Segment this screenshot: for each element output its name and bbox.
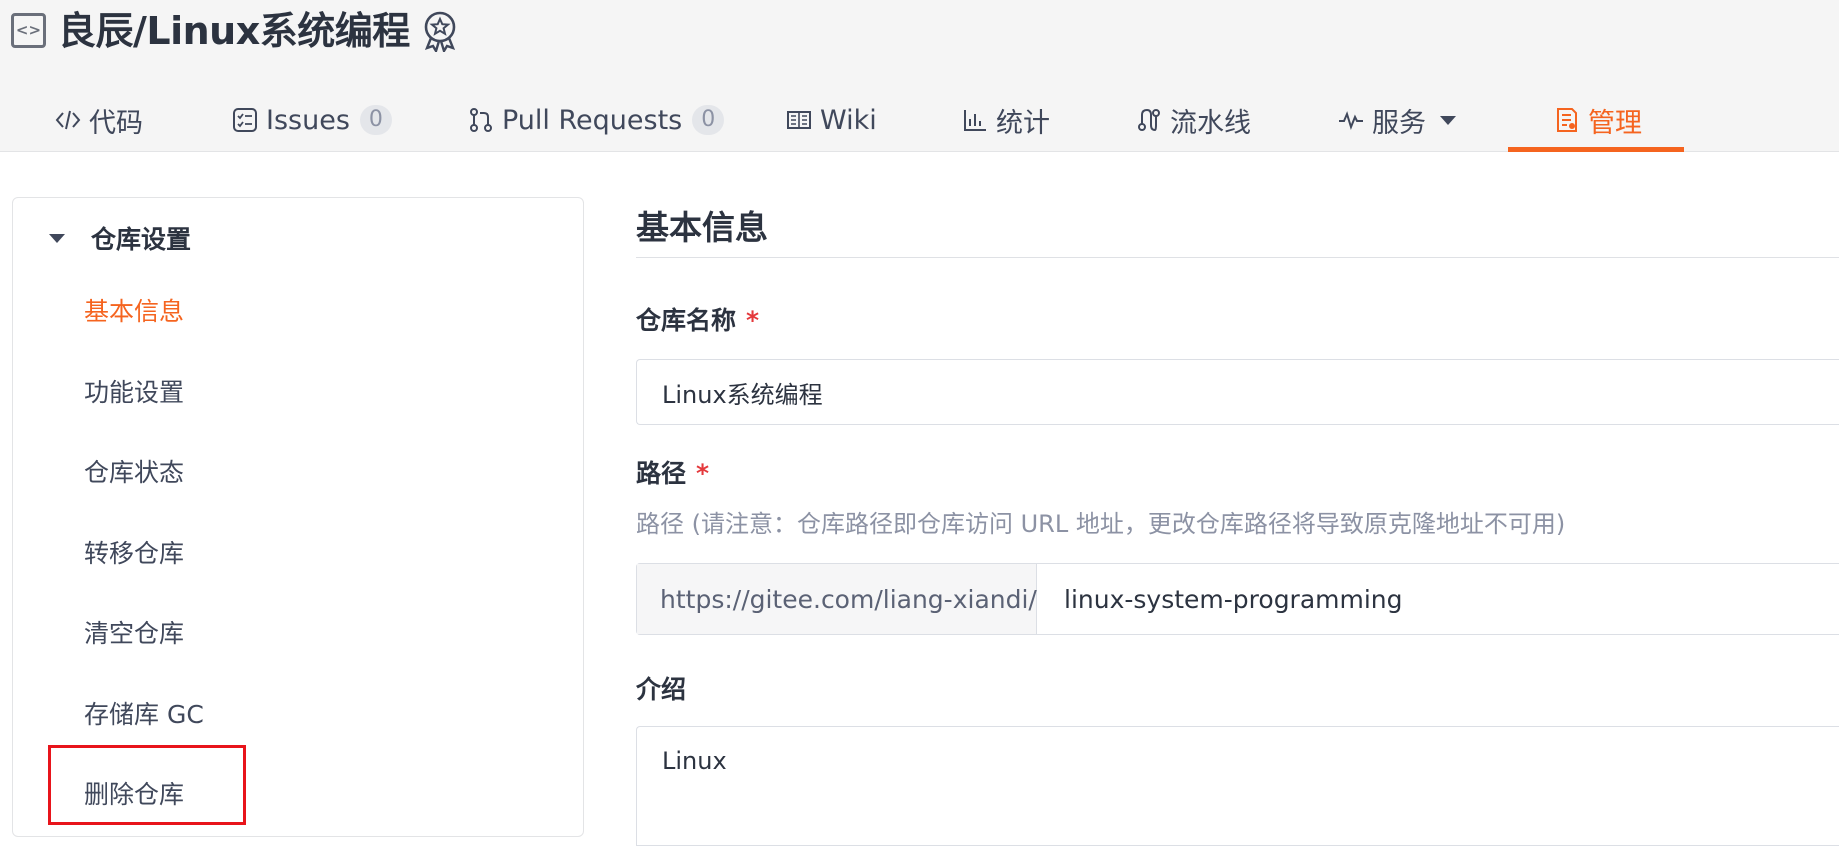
- sidebar-item-storage-gc[interactable]: 存储库 GC: [84, 695, 204, 735]
- tab-code-label: 代码: [89, 107, 143, 139]
- sidebar-item-transfer[interactable]: 转移仓库: [84, 534, 184, 574]
- pulse-icon: [1339, 111, 1363, 131]
- path-input-group: https://gitee.com/liang-xiandi/ linux-sy…: [636, 563, 1839, 635]
- tab-pipeline-label: 流水线: [1170, 107, 1251, 139]
- repo-name-value: Linux系统编程: [662, 380, 823, 409]
- tab-manage[interactable]: 管理: [1554, 88, 1642, 152]
- pull-requests-count-badge: 0: [692, 105, 725, 135]
- page-title: 基本信息: [636, 208, 768, 247]
- code-icon: [55, 110, 81, 130]
- active-tab-indicator: [1508, 147, 1684, 152]
- sidebar-item-repo-status[interactable]: 仓库状态: [84, 453, 184, 493]
- tab-wiki[interactable]: Wiki: [786, 88, 877, 152]
- manage-doc-icon: [1557, 108, 1577, 132]
- required-mark: *: [746, 306, 760, 335]
- sidebar-group-repo-settings[interactable]: 仓库设置: [49, 218, 191, 258]
- tab-manage-label: 管理: [1588, 107, 1642, 139]
- repo-name-label-text: 仓库名称: [636, 306, 737, 335]
- bar-chart-icon: [964, 110, 986, 131]
- path-value: linux-system-programming: [1064, 584, 1403, 614]
- sidebar-item-features[interactable]: 功能设置: [84, 373, 184, 413]
- path-label: 路径 *: [636, 454, 709, 490]
- pipeline-icon: [1138, 108, 1160, 132]
- repo-title[interactable]: 良辰/Linux系统编程: [58, 6, 410, 56]
- tab-code[interactable]: 代码: [55, 88, 143, 152]
- repo-tabs: 代码 Issues 0 Pull Requests 0 Wiki 统计 流水线 …: [0, 88, 1839, 152]
- tab-issues[interactable]: Issues 0: [232, 88, 392, 152]
- tab-pipeline[interactable]: 流水线: [1136, 88, 1251, 152]
- tab-services[interactable]: 服务: [1338, 88, 1456, 152]
- delete-highlight-box: [48, 745, 246, 825]
- sidebar-item-basic-info[interactable]: 基本信息: [84, 292, 184, 332]
- required-mark: *: [696, 459, 710, 488]
- sidebar-item-clear[interactable]: 清空仓库: [84, 614, 184, 654]
- award-badge-icon[interactable]: [420, 10, 460, 52]
- path-prefix: https://gitee.com/liang-xiandi/: [637, 564, 1037, 634]
- tab-pull-requests[interactable]: Pull Requests 0: [468, 88, 725, 152]
- repo-name-input[interactable]: Linux系统编程: [636, 359, 1839, 425]
- tab-wiki-label: Wiki: [820, 104, 877, 136]
- settings-sidebar: 仓库设置 基本信息 功能设置 仓库状态 转移仓库 清空仓库 存储库 GC 删除仓…: [12, 197, 584, 837]
- caret-down-icon: [49, 233, 65, 243]
- intro-textarea[interactable]: Linux: [636, 726, 1839, 846]
- tab-issues-label: Issues: [266, 104, 350, 136]
- tab-stats[interactable]: 统计: [962, 88, 1050, 152]
- path-label-text: 路径: [636, 459, 687, 488]
- title-divider: [636, 257, 1839, 258]
- tab-pull-requests-label: Pull Requests: [502, 104, 683, 136]
- code-repo-icon: <>: [11, 13, 46, 48]
- issues-count-badge: 0: [359, 105, 392, 135]
- pull-request-icon: [470, 108, 492, 132]
- intro-value: Linux: [662, 747, 727, 775]
- issues-icon: [233, 108, 257, 132]
- tab-stats-label: 统计: [996, 107, 1050, 139]
- repo-header: <> 良辰/Linux系统编程 代码 Issues 0 Pull Request…: [0, 0, 1839, 152]
- tab-services-label: 服务: [1372, 107, 1426, 139]
- intro-label: 介绍: [636, 675, 687, 704]
- wiki-book-icon: [787, 111, 811, 129]
- path-hint: 路径 (请注意：仓库路径即仓库访问 URL 地址，更改仓库路径将导致原克隆地址不…: [636, 510, 1566, 538]
- path-input[interactable]: linux-system-programming: [1037, 564, 1839, 634]
- repo-name-label: 仓库名称 *: [636, 301, 759, 337]
- sidebar-group-title: 仓库设置: [91, 225, 192, 254]
- chevron-down-icon: [1440, 115, 1456, 125]
